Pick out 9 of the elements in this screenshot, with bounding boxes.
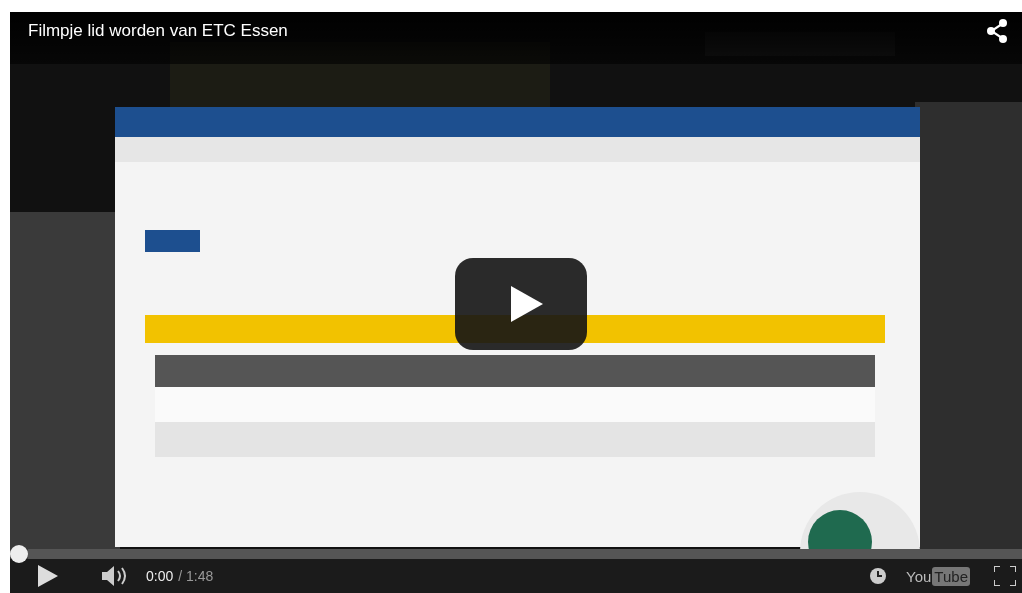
play-icon[interactable] (38, 565, 58, 587)
video-title[interactable]: Filmpje lid worden van ETC Essen (28, 21, 288, 41)
total-time: / 1:48 (178, 568, 214, 584)
clock-icon[interactable] (870, 568, 887, 584)
play-overlay-button[interactable] (455, 258, 587, 350)
share-icon[interactable] (986, 19, 1008, 43)
current-time: 0:00 (146, 568, 174, 584)
fullscreen-icon[interactable] (994, 566, 1016, 586)
volume-icon[interactable] (102, 566, 128, 586)
